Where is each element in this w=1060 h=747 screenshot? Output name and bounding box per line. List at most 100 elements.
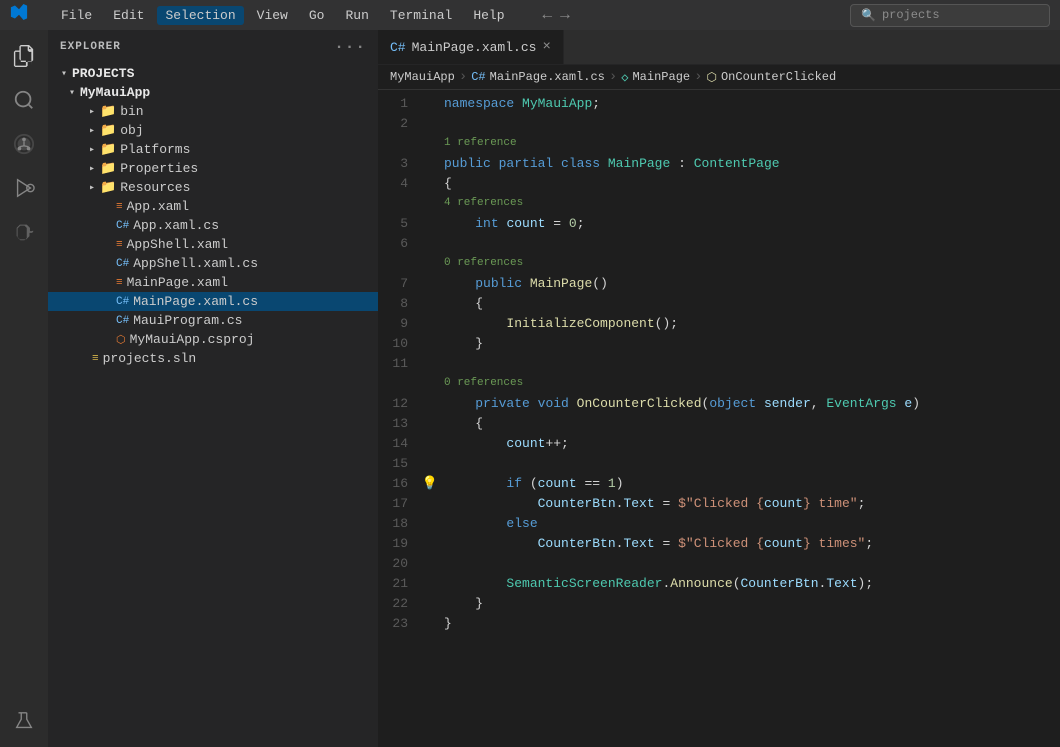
line-num-12: 12 [378,394,420,414]
platforms-label: Platforms [120,142,190,157]
breadcrumb-class-icon: ◇ [621,70,628,85]
line-num-13: 13 [378,414,420,434]
line-num-16: 16 [378,474,420,494]
nav-arrows: ← → [543,6,570,24]
line-num-ref7: 7 [378,254,420,274]
line-content-12: private void OnCounterClicked(object sen… [440,394,1060,414]
tab-cs-icon: C# [390,40,406,55]
code-editor[interactable]: 1 namespace MyMauiApp; 2 3 1 reference 3 [378,90,1060,747]
resources-arrow: ▸ [84,182,100,194]
line-content-23: } [440,614,1060,634]
menu-view[interactable]: View [249,6,296,25]
sidebar-item-mauiprogram-cs[interactable]: ▸ C# MauiProgram.cs [48,311,378,330]
search-icon: 🔍 [861,8,876,23]
activity-flask[interactable] [6,703,42,739]
projects-label: PROJECTS [72,66,134,81]
code-line-17: 17 CounterBtn.Text = $"Clicked {count} t… [378,494,1060,514]
menu-selection[interactable]: Selection [157,6,243,25]
menu-bar: File Edit Selection View Go Run Terminal… [53,6,513,25]
line-num-11: 11 [378,354,420,374]
file-tree: ▾ PROJECTS ▾ MyMauiApp ▸ 📁 bin ▸ 📁 o [48,64,378,747]
breadcrumb-sep-2: › [609,69,617,85]
sidebar-item-bin[interactable]: ▸ 📁 bin [48,102,378,121]
sidebar-item-mainpage-xaml[interactable]: ▸ ≡ MainPage.xaml [48,273,378,292]
obj-arrow: ▸ [84,125,100,137]
sidebar-item-mymauiapp[interactable]: ▾ MyMauiApp [48,83,378,102]
menu-run[interactable]: Run [337,6,376,25]
line-content-22: } [440,594,1060,614]
sidebar-item-app-xaml-cs[interactable]: ▸ C# App.xaml.cs [48,216,378,235]
lightbulb-icon[interactable]: 💡 [422,474,438,494]
breadcrumb-class-label: MainPage [632,70,690,84]
line-content-8: { [440,294,1060,314]
line-num-ref12: 12 [378,374,420,394]
sidebar-item-obj[interactable]: ▸ 📁 obj [48,121,378,140]
code-line-23: 23 } [378,614,1060,634]
activity-search[interactable] [6,82,42,118]
nav-back[interactable]: ← [543,6,553,24]
sidebar-item-appshell-xaml[interactable]: ▸ ≡ AppShell.xaml [48,235,378,254]
breadcrumb-class[interactable]: ◇ MainPage [621,70,690,85]
nav-forward[interactable]: → [560,6,570,24]
line-num-5: 5 [378,214,420,234]
projects-section[interactable]: ▾ PROJECTS [48,64,378,83]
line-num-21: 21 [378,574,420,594]
search-placeholder: projects [882,8,940,22]
main-layout: Explorer ··· ▾ PROJECTS ▾ MyMauiApp ▸ 📁 … [0,30,1060,747]
ref-label-5: 4 references [440,194,523,212]
app-xaml-label: App.xaml [127,199,189,214]
code-line-6: 6 [378,234,1060,254]
ref-label-3: 1 reference [440,134,517,152]
code-line-9: 9 InitializeComponent(); [378,314,1060,334]
line-num-17: 17 [378,494,420,514]
activity-run[interactable] [6,170,42,206]
activity-explorer[interactable] [6,38,42,74]
breadcrumb-file[interactable]: C# MainPage.xaml.cs [471,70,605,84]
code-line-20: 20 [378,554,1060,574]
editor-area: C# MainPage.xaml.cs × MyMauiApp › C# Mai… [378,30,1060,747]
menu-edit[interactable]: Edit [105,6,152,25]
line-num-4: 4 [378,174,420,194]
sidebar-item-platforms[interactable]: ▸ 📁 Platforms [48,140,378,159]
breadcrumb-cs-icon: C# [471,70,485,84]
code-line-4: 4 { [378,174,1060,194]
sidebar-more-button[interactable]: ··· [334,38,366,56]
code-ref-12: 12 0 references [378,374,1060,394]
activity-extensions[interactable] [6,214,42,250]
sidebar-item-properties[interactable]: ▸ 📁 Properties [48,159,378,178]
tab-bar: C# MainPage.xaml.cs × [378,30,1060,65]
line-content-5: int count = 0; [440,214,1060,234]
sidebar-item-resources[interactable]: ▸ 📁 Resources [48,178,378,197]
code-line-21: 21 SemanticScreenReader.Announce(Counter… [378,574,1060,594]
menu-go[interactable]: Go [301,6,333,25]
line-num-14: 14 [378,434,420,454]
line-num-9: 9 [378,314,420,334]
tab-close-button[interactable]: × [542,39,550,55]
breadcrumb-mymauiapp[interactable]: MyMauiApp [390,70,455,84]
line-num-15: 15 [378,454,420,474]
search-box[interactable]: 🔍 projects [850,4,1050,27]
menu-terminal[interactable]: Terminal [382,6,460,25]
line-num-22: 22 [378,594,420,614]
breadcrumb-method[interactable]: ⬡ OnCounterClicked [707,70,837,85]
sidebar-item-appshell-xaml-cs[interactable]: ▸ C# AppShell.xaml.cs [48,254,378,273]
sidebar-item-projects-sln[interactable]: ▸ ≡ projects.sln [48,349,378,368]
line-gutter-16[interactable]: 💡 [420,474,440,494]
tab-mainpage-xaml-cs[interactable]: C# MainPage.xaml.cs × [378,30,564,64]
menu-file[interactable]: File [53,6,100,25]
sidebar-item-app-xaml[interactable]: ▸ ≡ App.xaml [48,197,378,216]
code-line-19: 19 CounterBtn.Text = $"Clicked {count} t… [378,534,1060,554]
properties-arrow: ▸ [84,163,100,175]
mymauiapp-label: MyMauiApp [80,85,150,100]
line-content-10: } [440,334,1060,354]
sidebar-item-mymauiapp-csproj[interactable]: ▸ ⬡ MyMauiApp.csproj [48,330,378,349]
breadcrumb-method-label: OnCounterClicked [721,70,836,84]
appshell-xaml-cs-label: AppShell.xaml.cs [133,256,258,271]
projects-arrow: ▾ [56,68,72,80]
menu-help[interactable]: Help [465,6,512,25]
code-line-2: 2 [378,114,1060,134]
sidebar-item-mainpage-xaml-cs[interactable]: ▸ C# MainPage.xaml.cs [48,292,378,311]
line-num-19: 19 [378,534,420,554]
platforms-arrow: ▸ [84,144,100,156]
activity-git[interactable] [6,126,42,162]
